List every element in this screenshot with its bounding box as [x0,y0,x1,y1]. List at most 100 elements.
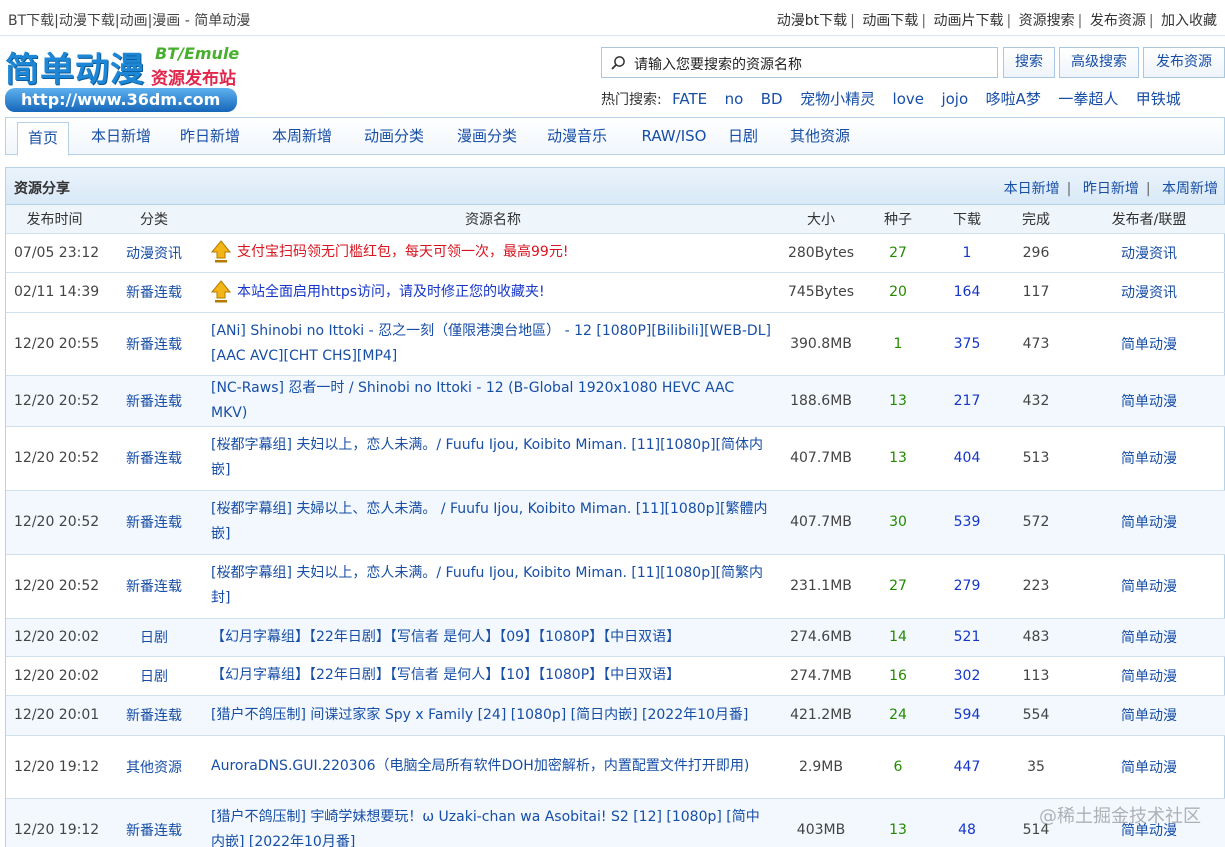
table-row[interactable]: 07/05 23:12 动漫资讯 支付宝扫码领无门槛红包，每天可领一次，最高99元!… [6,233,1225,273]
cell-name[interactable]: [猎户不鸽压制] 宇崎学妹想要玩！ω Uzaki-chan wa Asobita… [205,798,781,847]
hot-term[interactable]: 宠物小精灵 [800,90,875,108]
publish-resource-button[interactable]: 发布资源 [1143,47,1225,78]
col-header[interactable]: 发布者/联盟 [1073,205,1225,234]
site-logo[interactable]: 简单动漫 BT/Emule 资源发布站 http://www.36dm.com [5,42,240,112]
advanced-search-button[interactable]: 高级搜索 [1059,47,1139,78]
tab-manga[interactable]: 漫画分类 [449,118,525,155]
cell-name[interactable]: 【幻月字幕组】【22年日剧】【写信者 是何人】【10】【1080P】【中日双语】 [205,656,781,696]
hot-term[interactable]: love [893,90,924,108]
col-header[interactable]: 资源名称 [205,205,781,234]
cell-category[interactable]: 新番连载 [103,695,205,736]
hot-term[interactable]: 一拳超人 [1058,90,1118,108]
cell-publisher[interactable]: 简单动漫 [1073,656,1225,696]
toplink-anime-bt[interactable]: 动漫bt下载 [777,13,847,29]
cell-publisher[interactable]: 简单动漫 [1073,426,1225,491]
tab-anime[interactable]: 动画分类 [356,118,432,155]
panel-link-today[interactable]: 本日新增 [1004,181,1060,197]
hot-term[interactable]: 哆啦A梦 [986,90,1041,108]
cell-completed: 113 [999,656,1073,696]
tab-jdrama[interactable]: 日剧 [721,118,765,155]
up-arrow-icon [211,240,231,263]
cell-name[interactable]: 支付宝扫码领无门槛红包，每天可领一次，最高99元! [205,233,781,273]
hot-searches: 热门搜索: FATE no BD 宠物小精灵 love jojo 哆啦A梦 一拳… [601,88,1194,109]
hot-term[interactable]: BD [761,90,783,108]
cell-time: 02/11 14:39 [6,272,103,313]
cell-size: 274.6MB [781,618,861,657]
cell-category[interactable]: 新番连载 [103,312,205,376]
col-header[interactable]: 发布时间 [6,205,103,234]
cell-name[interactable]: 本站全面启用https访问，请及时修正您的收藏夹! [205,272,781,313]
cell-name[interactable]: [桜都字幕组] 夫妇以上，恋人未满。/ Fuufu Ijou, Koibito … [205,554,781,619]
cell-name[interactable]: [ANi] Shinobi no Ittoki - 忍之一刻（僅限港澳台地區） … [205,312,781,376]
table-row[interactable]: 12/20 20:52 新番连载 [桜都字幕组] 夫妇以上，恋人未满。/ Fuufu… [6,554,1225,619]
table-row[interactable]: 12/20 20:02 日剧 【幻月字幕组】【22年日剧】【写信者 是何人】【10】… [6,656,1225,696]
col-header[interactable]: 完成 [999,205,1073,234]
hot-term[interactable]: jojo [941,90,968,108]
table-row[interactable]: 12/20 20:52 新番连载 [NC-Raws] 忍者一时 / Shinobi … [6,375,1225,427]
cell-category[interactable]: 新番连载 [103,272,205,313]
cell-category[interactable]: 动漫资讯 [103,233,205,273]
cell-publisher[interactable]: 简单动漫 [1073,695,1225,736]
notice-text[interactable]: 本站全面启用https访问，请及时修正您的收藏夹! [237,284,545,300]
cell-category[interactable]: 日剧 [103,656,205,696]
cell-downloads: 539 [935,490,999,555]
cell-publisher[interactable]: 动漫资讯 [1073,272,1225,313]
table-row[interactable]: 12/20 20:52 新番连载 [桜都字幕组] 夫妇以上，恋人未满。/ Fuufu… [6,426,1225,491]
toplink-cartoon-download[interactable]: 动画片下载 [933,13,1003,29]
cell-publisher[interactable]: 简单动漫 [1073,312,1225,376]
cell-publisher[interactable]: 简单动漫 [1073,735,1225,799]
table-row[interactable]: 12/20 19:12 其他资源 AuroraDNS.GUI.220306（电脑全局… [6,735,1225,799]
toplink-favorite[interactable]: 加入收藏 [1161,13,1217,29]
hot-term[interactable]: no [725,90,744,108]
tab-today[interactable]: 本日新增 [83,118,159,155]
cell-category[interactable]: 新番连载 [103,554,205,619]
cell-completed: 432 [999,375,1073,427]
cell-name[interactable]: [猎户不鸽压制] 间谍过家家 Spy x Family [24] [1080p]… [205,695,781,736]
table-row[interactable]: 12/20 20:02 日剧 【幻月字幕组】【22年日剧】【写信者 是何人】【09】… [6,618,1225,657]
panel-link-yesterday[interactable]: 昨日新增 [1083,181,1139,197]
cell-category[interactable]: 日剧 [103,618,205,657]
table-row[interactable]: 12/20 20:52 新番连载 [桜都字幕组] 夫婦以上、恋人未満。 / Fuuf… [6,490,1225,555]
cell-category[interactable]: 新番连载 [103,375,205,427]
cell-name[interactable]: [桜都字幕组] 夫妇以上，恋人未满。/ Fuufu Ijou, Koibito … [205,426,781,491]
hot-search-label: 热门搜索: [601,92,662,108]
cell-publisher[interactable]: 简单动漫 [1073,554,1225,619]
toplink-anime-download[interactable]: 动画下载 [862,13,918,29]
notice-text[interactable]: 支付宝扫码领无门槛红包，每天可领一次，最高99元! [237,244,568,260]
search-button[interactable]: 搜索 [1003,47,1055,78]
cell-name[interactable]: AuroraDNS.GUI.220306（电脑全局所有软件DOH加密解析，内置配… [205,735,781,799]
tab-home[interactable]: 首页 [17,122,69,156]
col-header[interactable]: 种子 [861,205,935,234]
cell-publisher[interactable]: 简单动漫 [1073,375,1225,427]
resource-panel: 资源分享 本日新增 | 昨日新增 | 本周新增 发布时间 分类 资源名称 大小 种子… [5,167,1225,847]
cell-publisher[interactable]: 简单动漫 [1073,618,1225,657]
search-input[interactable]: 请输入您要搜索的资源名称 [601,47,998,78]
cell-publisher[interactable]: 动漫资讯 [1073,233,1225,273]
hot-term[interactable]: 甲铁城 [1136,90,1181,108]
toplink-resource-search[interactable]: 资源搜索 [1019,13,1075,29]
col-header[interactable]: 大小 [781,205,861,234]
hot-term[interactable]: FATE [672,90,707,108]
tab-yesterday[interactable]: 昨日新增 [172,118,248,155]
cell-seeds: 13 [861,375,935,427]
tab-week[interactable]: 本周新增 [264,118,340,155]
panel-link-week[interactable]: 本周新增 [1162,181,1218,197]
tab-raw-iso[interactable]: RAW/ISO [629,118,719,155]
cell-category[interactable]: 新番连载 [103,798,205,847]
cell-category[interactable]: 新番连载 [103,490,205,555]
cell-name[interactable]: 【幻月字幕组】【22年日剧】【写信者 是何人】【09】【1080P】【中日双语】 [205,618,781,657]
tab-music[interactable]: 动漫音乐 [539,118,615,155]
table-row[interactable]: 12/20 20:01 新番连载 [猎户不鸽压制] 间谍过家家 Spy x Fami… [6,695,1225,736]
cell-publisher[interactable]: 简单动漫 [1073,490,1225,555]
table-row[interactable]: 12/20 20:55 新番连载 [ANi] Shinobi no Ittoki -… [6,312,1225,376]
panel-links: 本日新增 | 昨日新增 | 本周新增 [1003,181,1218,197]
cell-category[interactable]: 新番连载 [103,426,205,491]
cell-category[interactable]: 其他资源 [103,735,205,799]
cell-name[interactable]: [桜都字幕组] 夫婦以上、恋人未満。 / Fuufu Ijou, Koibito… [205,490,781,555]
toplink-publish[interactable]: 发布资源 [1090,13,1146,29]
col-header[interactable]: 下载 [935,205,999,234]
table-row[interactable]: 02/11 14:39 新番连载 本站全面启用https访问，请及时修正您的收藏夹!… [6,272,1225,313]
cell-name[interactable]: [NC-Raws] 忍者一时 / Shinobi no Ittoki - 12 … [205,375,781,427]
col-header[interactable]: 分类 [103,205,205,234]
tab-other[interactable]: 其他资源 [782,118,858,155]
